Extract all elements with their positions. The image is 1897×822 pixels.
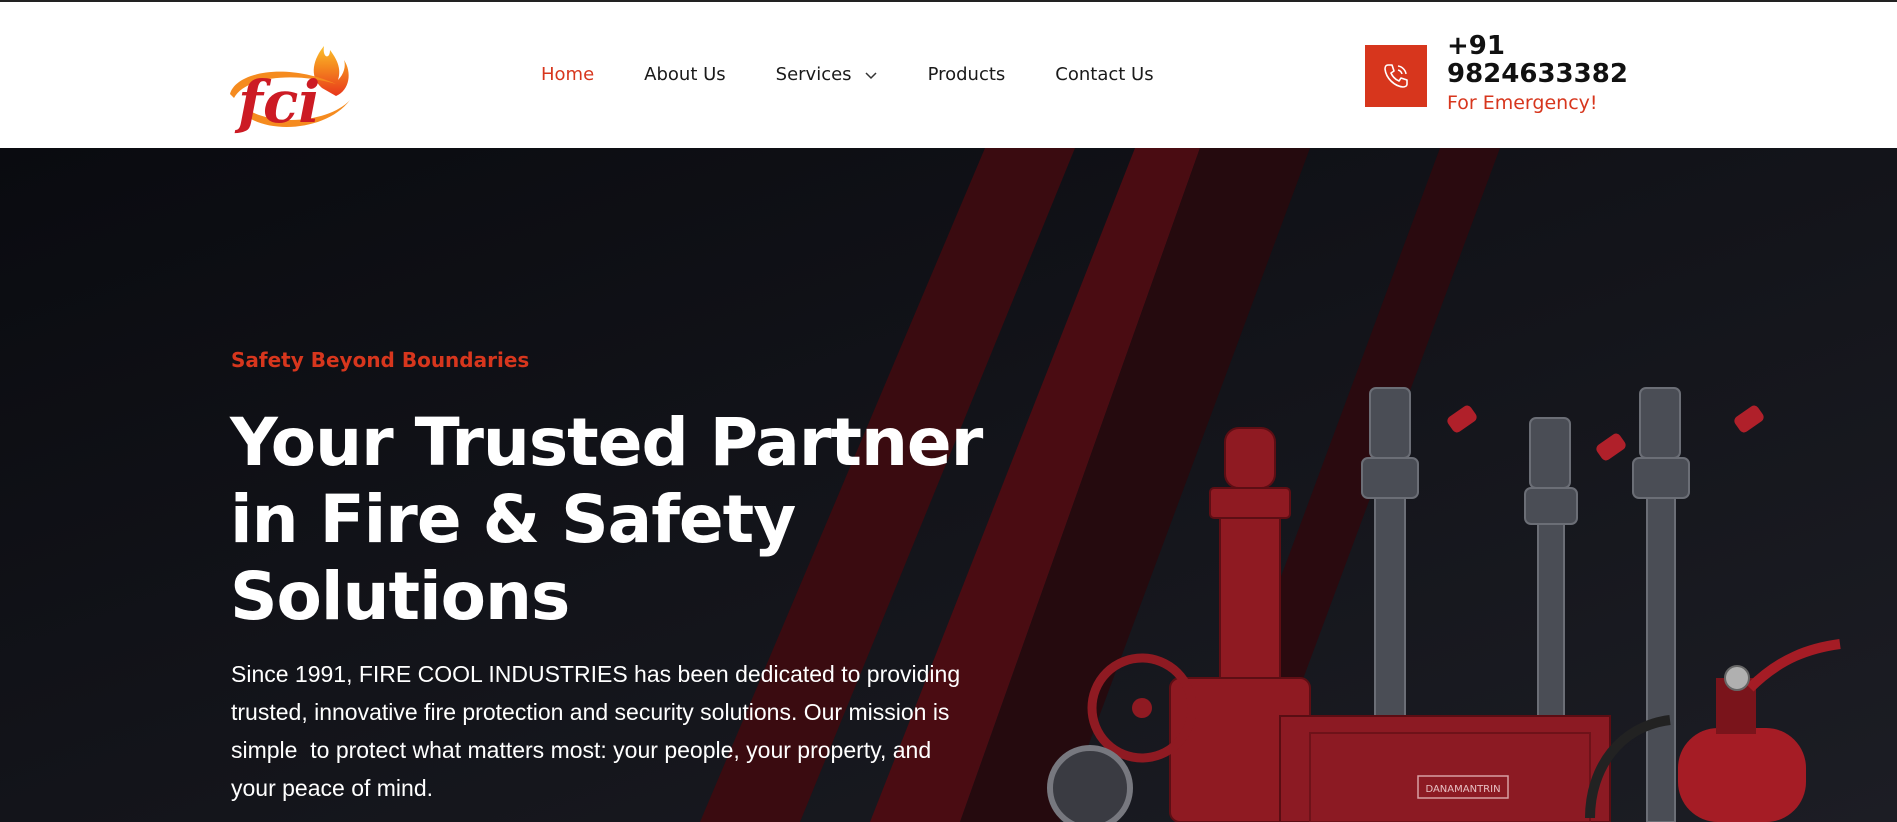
site-header: fci Home About Us Services Products Cont… xyxy=(0,2,1897,148)
hero-headline: Your Trusted Partner in Fire & Safety So… xyxy=(230,404,983,635)
brand-logo[interactable]: fci xyxy=(226,14,356,139)
emergency-caption: For Emergency! xyxy=(1447,92,1598,114)
fire-equipment-image: DANAMANTRIN xyxy=(1047,387,1841,822)
fci-logo-icon: fci xyxy=(230,46,350,136)
phone-number[interactable]: +91 9824633382 xyxy=(1447,32,1647,88)
nav-home[interactable]: Home xyxy=(541,64,594,85)
nav-services[interactable]: Services xyxy=(776,64,878,85)
nav-contact[interactable]: Contact Us xyxy=(1055,64,1153,85)
phone-icon xyxy=(1384,64,1408,88)
hero-section: Safety Beyond Boundaries Your Trusted Pa… xyxy=(0,148,1897,822)
nav-products[interactable]: Products xyxy=(928,64,1006,85)
phone-button[interactable] xyxy=(1365,45,1427,107)
hero-description: Since 1991, FIRE COOL INDUSTRIES has bee… xyxy=(231,661,961,801)
main-nav: Home About Us Services Products Contact … xyxy=(541,64,1204,85)
hero-tagline: Safety Beyond Boundaries xyxy=(231,348,530,372)
chevron-down-icon xyxy=(865,71,877,79)
svg-text:fci: fci xyxy=(234,68,320,136)
svg-text:DANAMANTRIN: DANAMANTRIN xyxy=(1425,784,1500,795)
nav-about[interactable]: About Us xyxy=(644,64,726,85)
